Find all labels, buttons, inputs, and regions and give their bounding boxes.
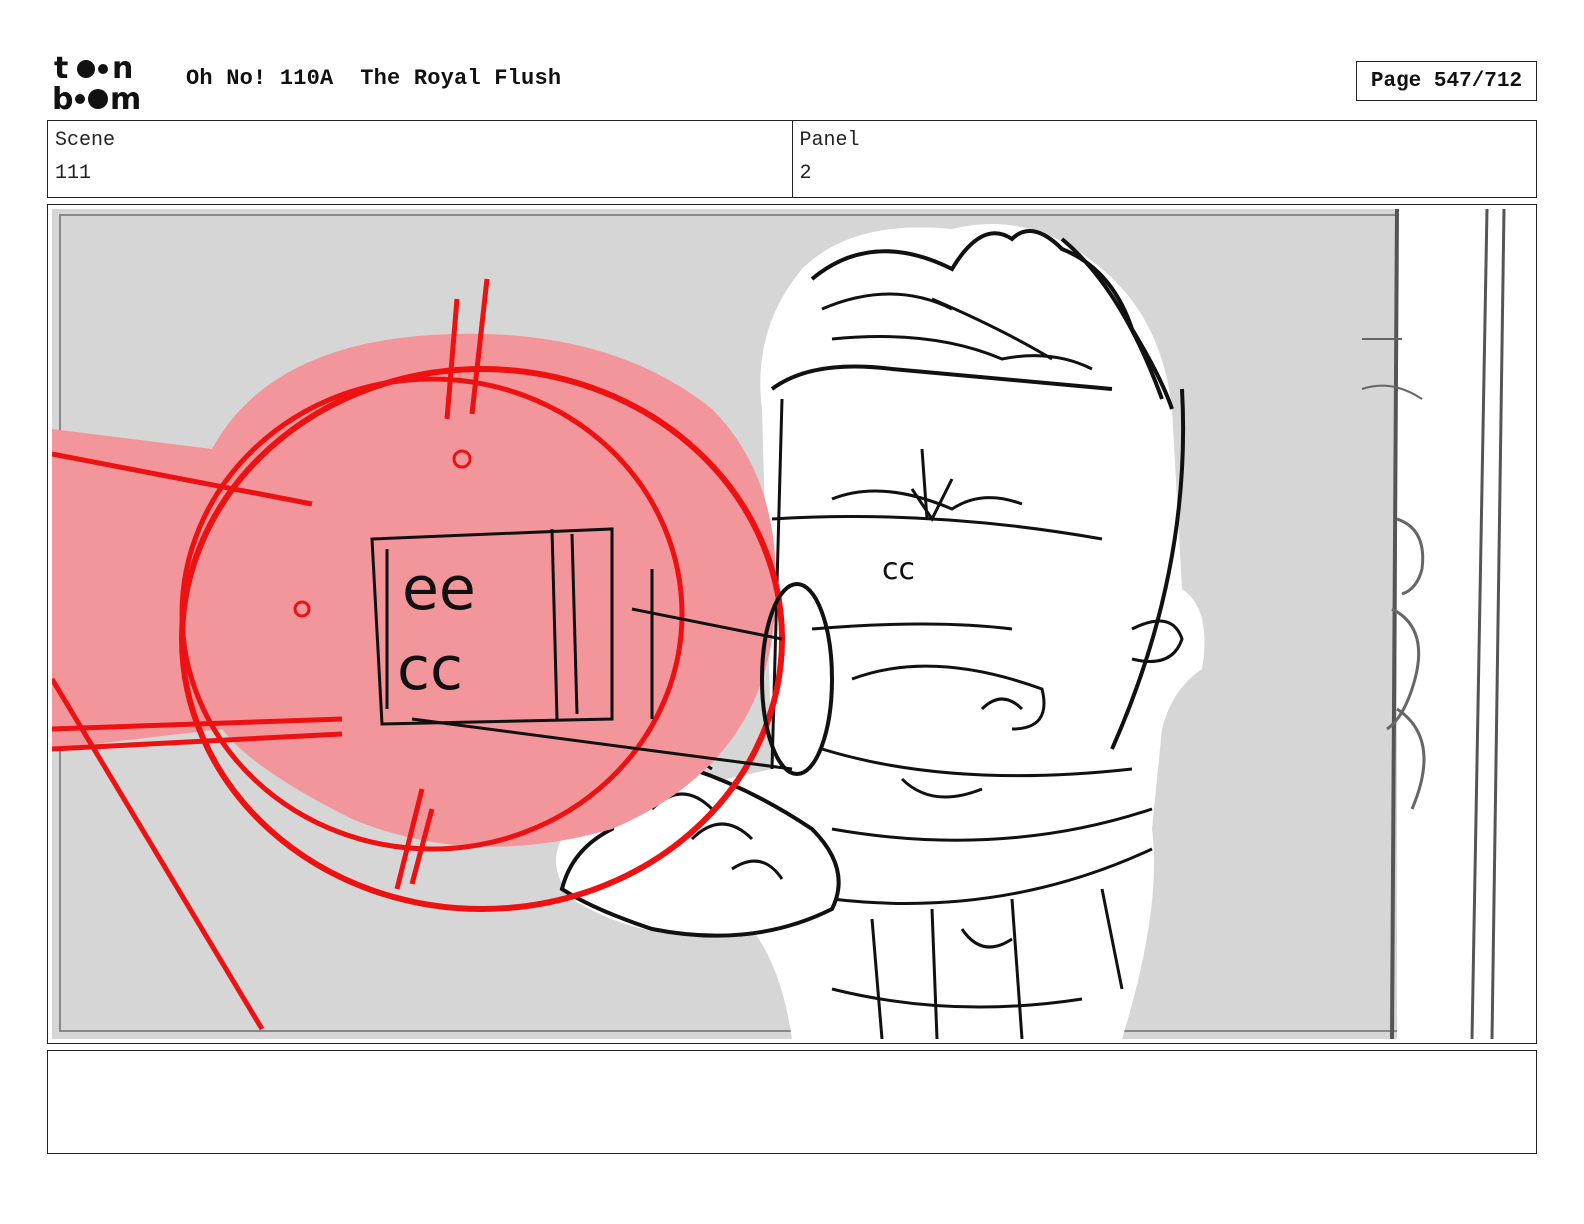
show-title: Oh No! 110A The Royal Flush bbox=[186, 66, 562, 91]
panel-cell: Panel 2 bbox=[791, 121, 1537, 197]
page-indicator: Page 547/712 bbox=[1356, 61, 1537, 101]
storyboard-drawing: cc ee cc bbox=[52, 209, 1532, 1039]
svg-text:n: n bbox=[112, 52, 133, 86]
svg-text:cc: cc bbox=[397, 634, 463, 704]
panel-value: 2 bbox=[799, 162, 812, 185]
svg-text:m: m bbox=[110, 82, 141, 112]
toon-boom-logo: t n b m bbox=[52, 52, 164, 112]
scene-label: Scene bbox=[55, 129, 116, 152]
panel-label: Panel bbox=[799, 129, 860, 152]
svg-text:ee: ee bbox=[402, 554, 476, 624]
svg-text:t: t bbox=[54, 52, 68, 86]
notes-box bbox=[47, 1050, 1537, 1154]
scene-value: 111 bbox=[55, 162, 92, 185]
scene-panel-table: Scene 111 Panel 2 bbox=[47, 120, 1537, 198]
svg-text:cc: cc bbox=[882, 552, 915, 587]
scene-cell: Scene 111 bbox=[48, 121, 792, 197]
svg-text:b: b bbox=[52, 82, 73, 112]
storyboard-panel: cc ee cc bbox=[47, 204, 1537, 1044]
